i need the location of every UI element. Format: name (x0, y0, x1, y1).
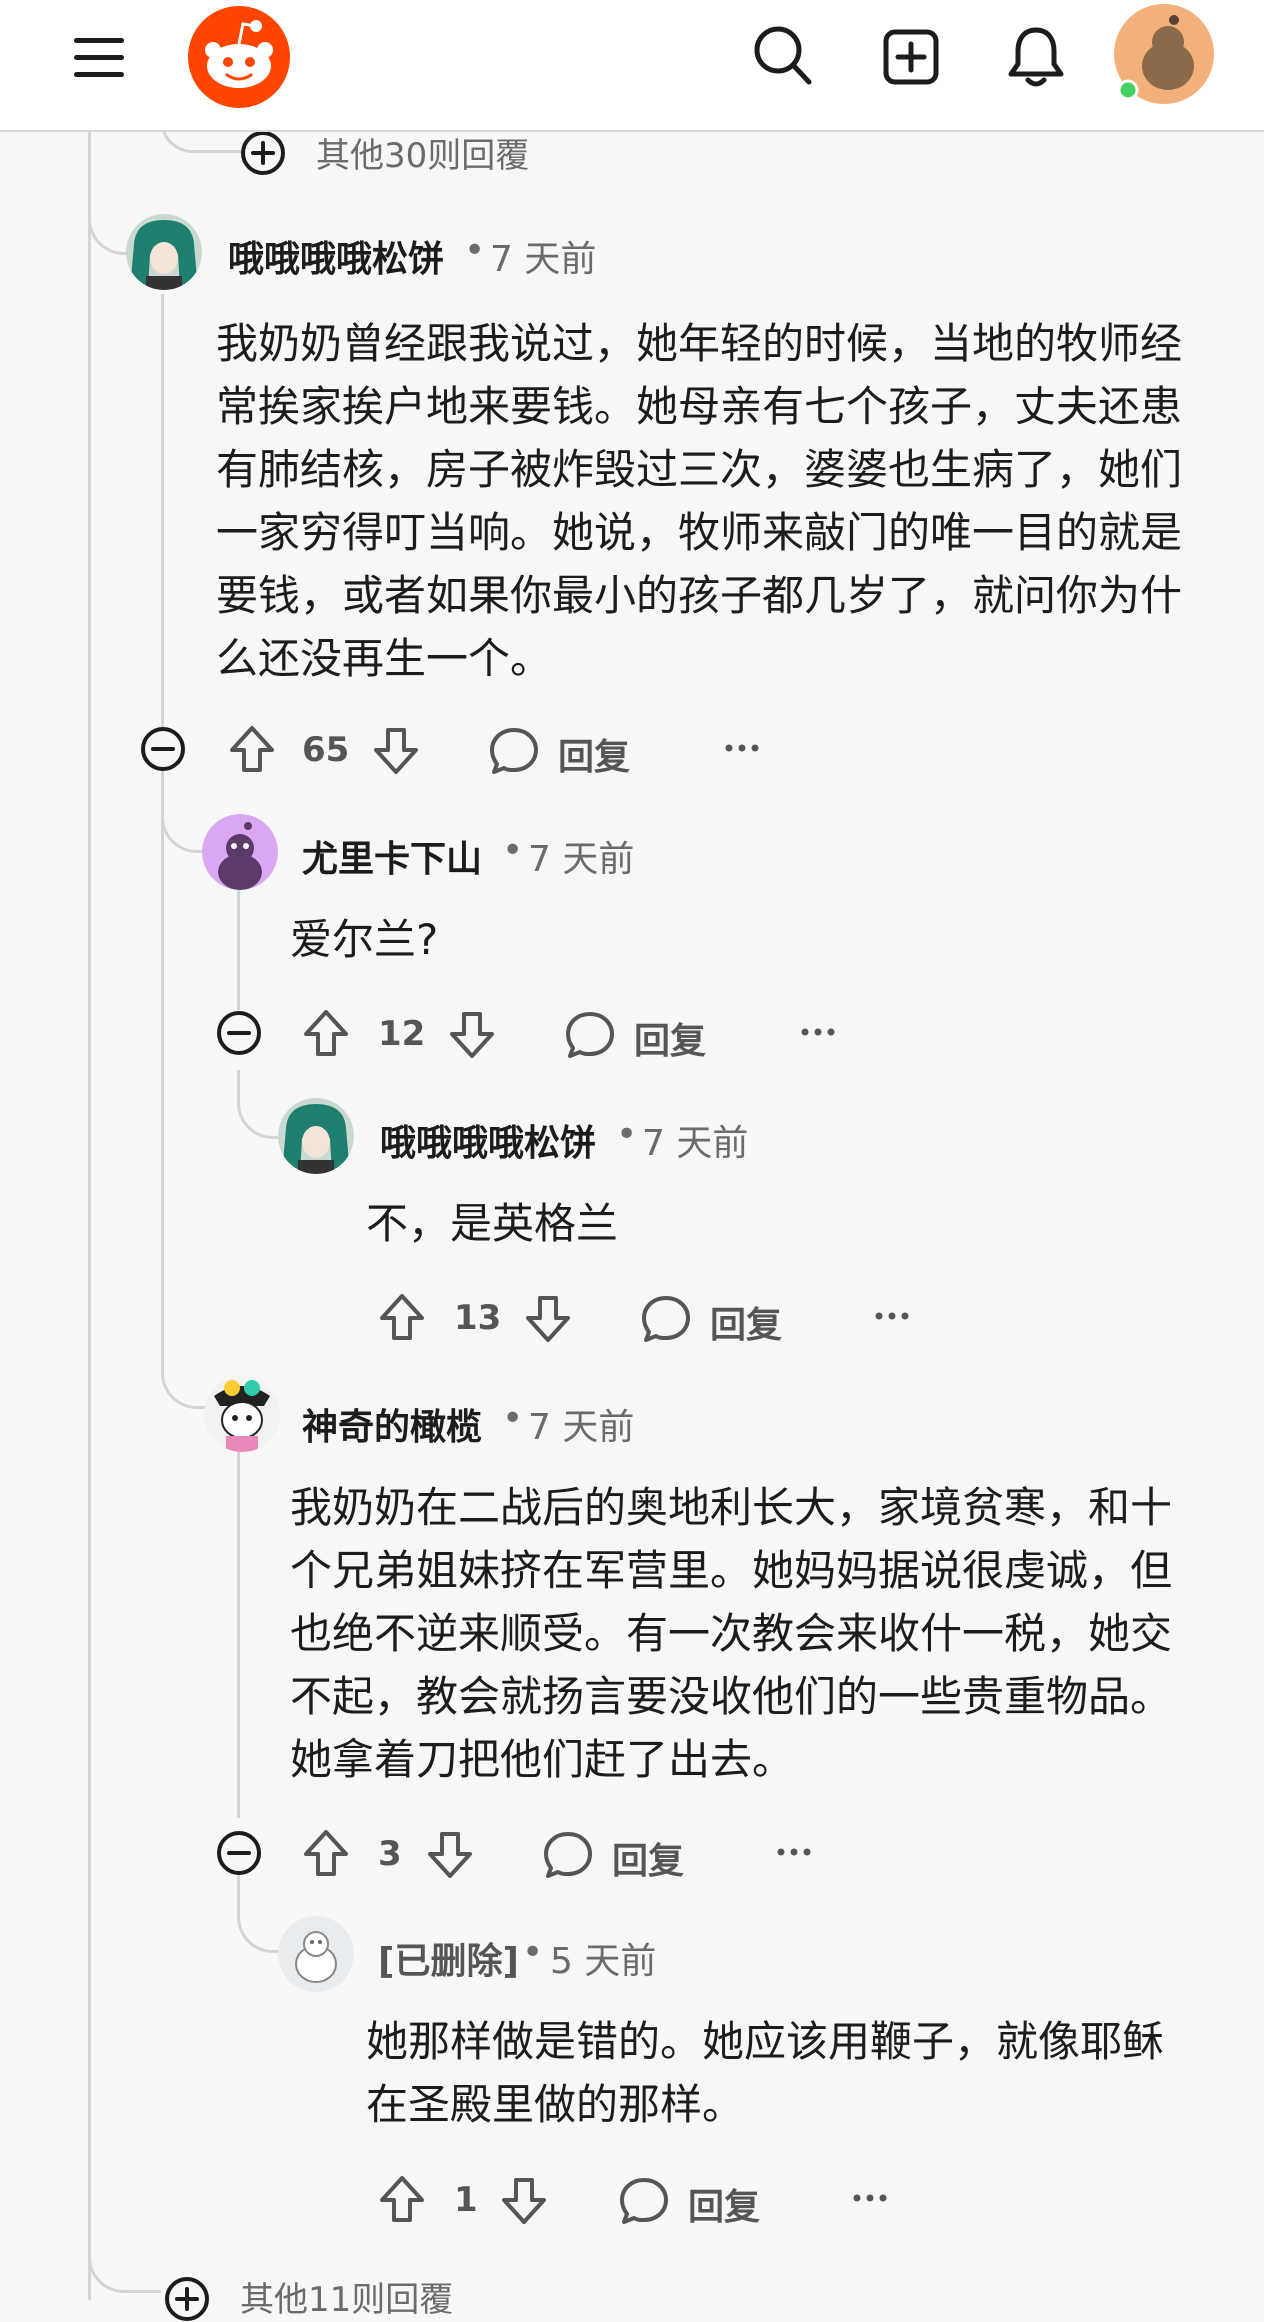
separator-dot: • (616, 1114, 638, 1155)
comment-timestamp: 7 天前 (528, 839, 635, 880)
more-options-icon[interactable] (776, 1842, 812, 1862)
thread-line-root (88, 130, 91, 2300)
thread-line-c4 (237, 1448, 240, 1818)
thread-line-c1 (161, 294, 164, 1374)
user-avatar[interactable] (1112, 2, 1216, 106)
separator-dot: • (522, 1932, 544, 1973)
reply-button[interactable]: 回复 (710, 1296, 782, 1348)
vote-count: 1 (454, 2180, 478, 2220)
avatar[interactable] (126, 214, 202, 290)
comment-author[interactable]: 神奇的橄榄 (302, 1398, 482, 1450)
separator-dot: • (502, 1398, 524, 1439)
bell-icon[interactable] (1006, 24, 1066, 90)
avatar[interactable] (204, 1376, 280, 1452)
comment-author[interactable]: 尤里卡下山 (302, 830, 482, 882)
separator-dot: • (464, 230, 486, 271)
collapse-minus-icon[interactable] (216, 1010, 262, 1056)
collapse-minus-icon[interactable] (140, 726, 186, 772)
thread-curve-c3 (237, 1070, 280, 1139)
reddit-logo-icon[interactable] (186, 4, 292, 110)
avatar[interactable] (278, 1916, 354, 1992)
vote-count: 65 (302, 730, 350, 770)
upvote-icon[interactable] (378, 2174, 426, 2224)
downvote-icon[interactable] (524, 1294, 572, 1344)
comment-author: [已删除] (378, 1941, 519, 1982)
reply-bubble-icon[interactable] (564, 1010, 616, 1060)
separator-dot: • (502, 830, 524, 871)
thread-curve-c4 (161, 1340, 208, 1409)
more-replies-link[interactable]: 其他11则回覆 (240, 2272, 453, 2321)
comment-body: 我奶奶曾经跟我说过，她年轻的时候，当地的牧师经常挨家挨户地来要钱。她母亲有七个孩… (216, 319, 1183, 683)
expand-plus-icon[interactable] (240, 130, 286, 176)
downvote-icon[interactable] (448, 1010, 496, 1060)
reply-bubble-icon[interactable] (618, 2176, 670, 2226)
avatar[interactable] (278, 1098, 354, 1174)
thread-line-c2 (237, 880, 240, 1010)
thread-curve-c2 (161, 790, 206, 853)
downvote-icon[interactable] (426, 1830, 474, 1880)
search-icon[interactable] (752, 22, 814, 88)
reply-bubble-icon[interactable] (542, 1830, 594, 1880)
comment-author[interactable]: 哦哦哦哦松饼 (228, 230, 444, 282)
reply-button[interactable]: 回复 (634, 1012, 706, 1064)
expand-plus-icon[interactable] (164, 2276, 210, 2322)
top-app-bar (0, 0, 1264, 132)
more-options-icon[interactable] (852, 2188, 888, 2208)
more-options-icon[interactable] (874, 1306, 910, 1326)
reply-button[interactable]: 回复 (688, 2178, 760, 2230)
thread-curve-bottom (88, 2230, 161, 2293)
create-post-icon[interactable] (882, 28, 940, 86)
hamburger-menu-icon[interactable] (72, 34, 128, 82)
comment-timestamp: 5 天前 (550, 1941, 657, 1982)
upvote-icon[interactable] (302, 1828, 350, 1878)
comment-timestamp: 7 天前 (642, 1123, 749, 1164)
vote-count: 13 (454, 1298, 502, 1338)
reply-button[interactable]: 回复 (612, 1832, 684, 1884)
comment-timestamp: 7 天前 (490, 239, 597, 280)
more-options-icon[interactable] (724, 738, 760, 758)
comment-body: 她那样做是错的。她应该用鞭子，就像耶稣在圣殿里做的那样。 (366, 2017, 1165, 2129)
thread-curve-c1 (88, 200, 131, 255)
collapse-minus-icon[interactable] (216, 1830, 262, 1876)
thread-curve-c5 (237, 1874, 280, 1953)
downvote-icon[interactable] (500, 2176, 548, 2226)
reply-button[interactable]: 回复 (558, 728, 630, 780)
upvote-icon[interactable] (228, 724, 276, 774)
comment-author[interactable]: 哦哦哦哦松饼 (380, 1114, 596, 1166)
more-options-icon[interactable] (800, 1022, 836, 1042)
more-replies-link[interactable]: 其他30则回覆 (316, 128, 529, 177)
vote-count: 12 (378, 1014, 426, 1054)
vote-count: 3 (378, 1834, 402, 1874)
comment-body: 我奶奶在二战后的奥地利长大，家境贫寒，和十个兄弟姐妹挤在军营里。她妈妈据说很虔诚… (290, 1483, 1173, 1784)
reply-bubble-icon[interactable] (488, 726, 540, 776)
comment-timestamp: 7 天前 (528, 1407, 635, 1448)
upvote-icon[interactable] (302, 1008, 350, 1058)
comment-body: 爱尔兰? (290, 915, 439, 964)
avatar[interactable] (202, 814, 278, 890)
downvote-icon[interactable] (372, 726, 420, 776)
reply-bubble-icon[interactable] (640, 1294, 692, 1344)
comment-body: 不，是英格兰 (366, 1199, 619, 1248)
upvote-icon[interactable] (378, 1292, 426, 1342)
